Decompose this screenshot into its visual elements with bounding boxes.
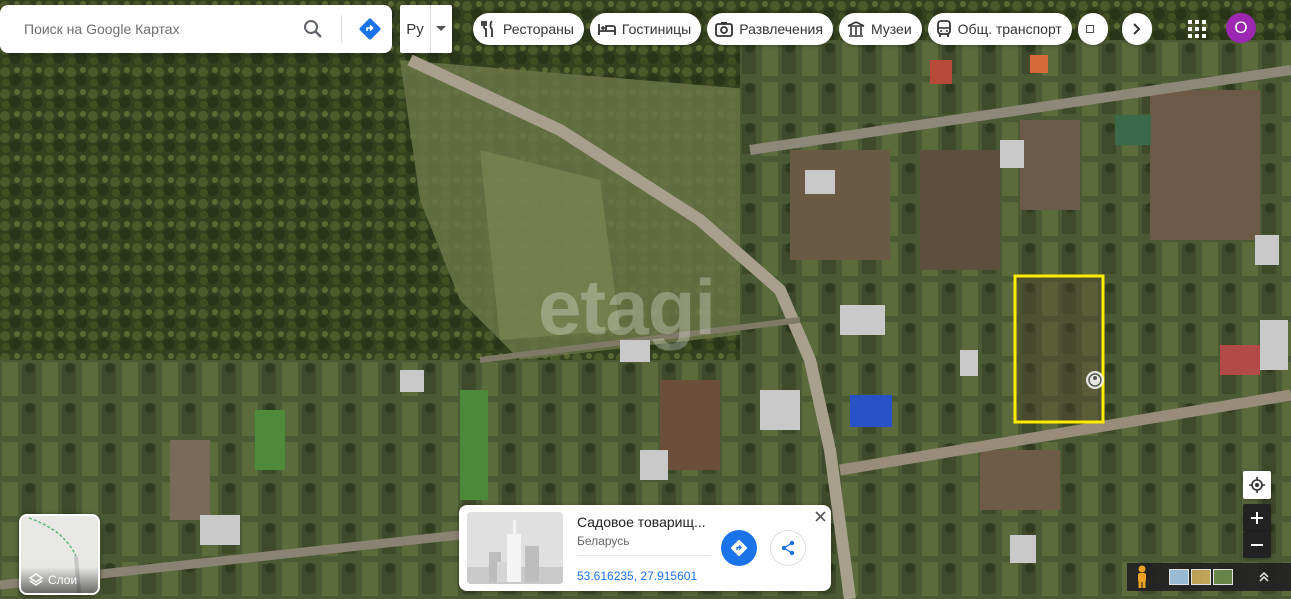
directions-icon: [359, 18, 381, 40]
place-card[interactable]: Садовое товарищ... Беларусь 53.616235, 2…: [459, 505, 831, 591]
chip-label: Общ. транспорт: [957, 21, 1062, 37]
zoom-in-button[interactable]: [1243, 504, 1271, 532]
watermark: etagi: [538, 263, 716, 351]
layers-button[interactable]: Слои: [19, 514, 100, 595]
directions-icon: [730, 539, 748, 557]
imagery-thumb-2[interactable]: [1191, 569, 1211, 585]
directions-button[interactable]: [348, 7, 392, 51]
place-thumbnail[interactable]: [467, 512, 563, 584]
category-chips: Рестораны Гостиницы Развлечения Музеи Об…: [473, 13, 1108, 45]
place-title[interactable]: Садовое товарищ...: [577, 514, 717, 530]
layers-label-row: Слои: [21, 567, 98, 593]
close-icon: [814, 510, 826, 522]
chip-restaurants[interactable]: Рестораны: [473, 13, 584, 45]
language-selector[interactable]: Ру: [400, 5, 452, 53]
search-box: Поиск на Google Картах: [0, 5, 392, 53]
bottom-controls-bar: [1127, 563, 1291, 591]
building-placeholder-icon: [467, 512, 563, 584]
search-button[interactable]: [291, 7, 335, 51]
chip-entertainment[interactable]: Развлечения: [707, 13, 833, 45]
place-coordinates[interactable]: 53.616235, 27.915601: [577, 569, 697, 583]
card-share-button[interactable]: [770, 530, 806, 566]
minus-icon: [1251, 544, 1263, 546]
my-location-button[interactable]: [1243, 471, 1271, 499]
camera-icon: [715, 22, 734, 37]
chip-hotels[interactable]: Гостиницы: [589, 13, 702, 45]
account-avatar[interactable]: O: [1226, 13, 1256, 43]
fork-knife-icon: [481, 20, 493, 37]
chip-more-category[interactable]: [1077, 13, 1108, 45]
layers-icon: [29, 573, 43, 586]
expand-icon[interactable]: [1257, 570, 1271, 584]
museum-icon: [847, 21, 865, 37]
share-icon: [781, 540, 795, 556]
zoom-out-button[interactable]: [1243, 532, 1271, 558]
chips-scroll-button[interactable]: [1122, 13, 1152, 45]
chip-museums[interactable]: Музеи: [838, 13, 922, 45]
card-directions-button[interactable]: [721, 530, 757, 566]
card-close-button[interactable]: [811, 507, 829, 525]
search-icon: [304, 20, 322, 38]
chip-label: Развлечения: [739, 21, 823, 37]
chevron-right-icon: [1133, 23, 1141, 35]
category-icon: [1085, 25, 1094, 33]
layers-label: Слои: [48, 573, 78, 587]
my-location-icon: [1249, 477, 1265, 493]
chip-label: Рестораны: [503, 21, 574, 37]
search-divider: [341, 15, 342, 43]
imagery-thumb-1[interactable]: [1169, 569, 1189, 585]
chip-label: Гостиницы: [621, 21, 692, 37]
bed-icon: [598, 24, 616, 35]
chip-transit[interactable]: Общ. транспорт: [927, 13, 1072, 45]
location-pin-icon: [1086, 371, 1104, 389]
place-subtitle: Беларусь: [577, 534, 630, 548]
plus-icon: [1251, 512, 1263, 524]
imagery-thumb-3[interactable]: [1213, 569, 1233, 585]
chip-label: Музеи: [870, 21, 912, 37]
chevron-down-icon: [436, 26, 446, 31]
bus-icon: [936, 20, 951, 37]
language-code: Ру: [406, 20, 424, 38]
language-dropdown[interactable]: [430, 5, 451, 53]
search-input[interactable]: Поиск на Google Картах: [0, 21, 291, 37]
card-divider: [577, 555, 711, 556]
pegman-icon[interactable]: [1129, 564, 1155, 590]
apps-grid-icon[interactable]: [1185, 17, 1209, 41]
